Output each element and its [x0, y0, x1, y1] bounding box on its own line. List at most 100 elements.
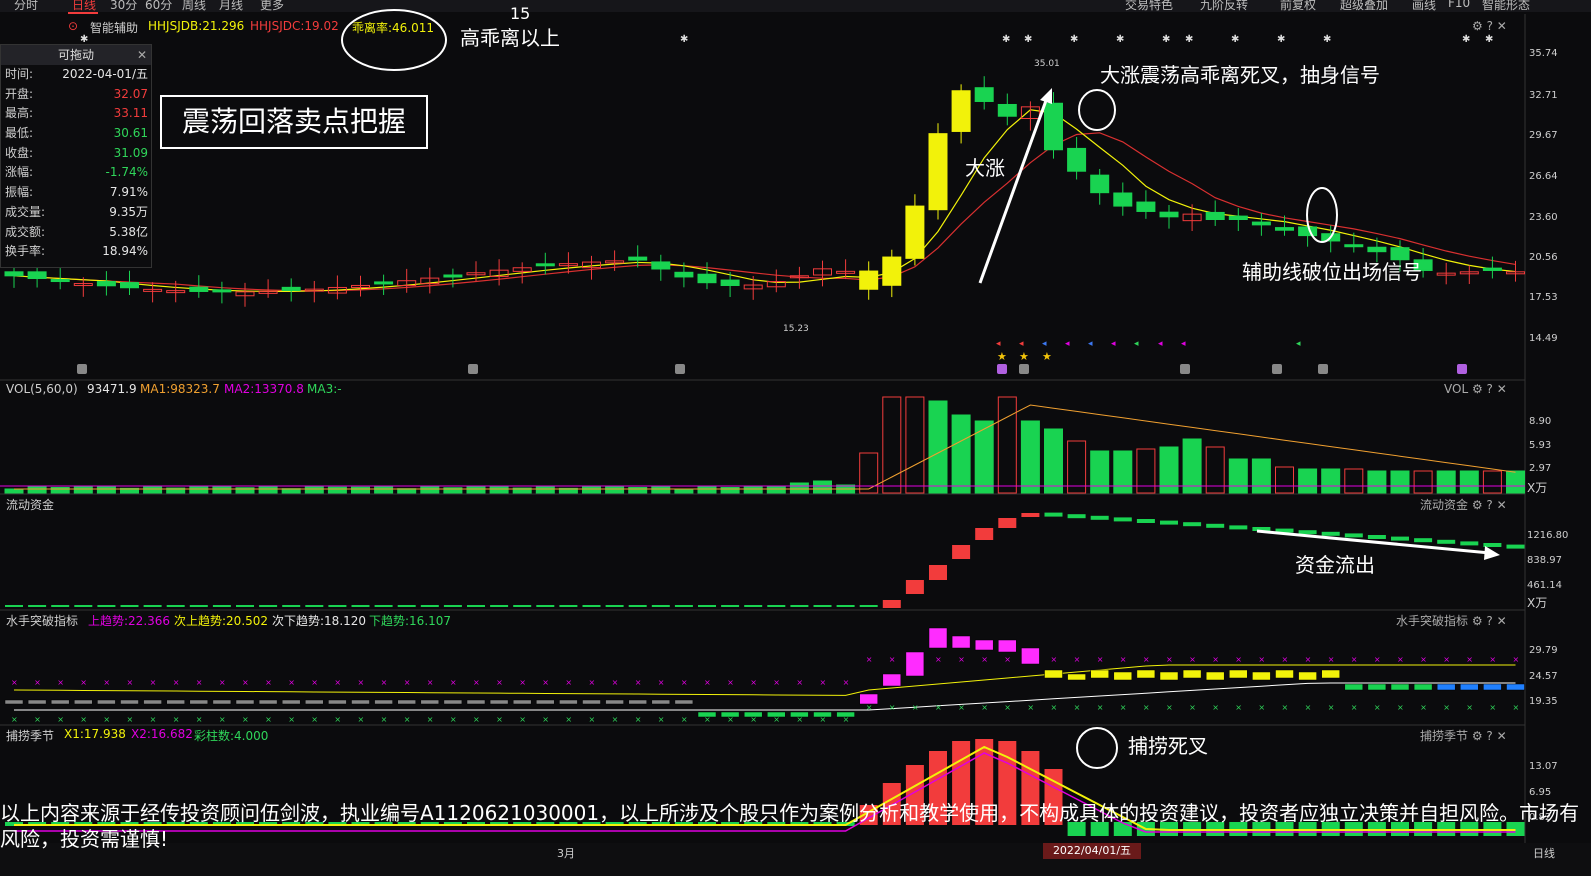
breakout-x-mark: ×: [1351, 703, 1358, 712]
main-panel-controls-icon[interactable]: ⚙ ? ✕: [1472, 19, 1507, 33]
breakout-box: [790, 711, 809, 718]
breakout-x-mark: ×: [773, 678, 780, 687]
candle-body: [1482, 267, 1502, 271]
breakout-box: [651, 699, 671, 705]
flow-bar: [28, 605, 47, 607]
season-panel-controls-icon[interactable]: 捕捞季节 ⚙ ? ✕: [1420, 727, 1507, 744]
breakout-box: [1067, 673, 1086, 681]
info-value: 2022-04-01/五: [62, 67, 148, 81]
volume-bar: [1321, 468, 1341, 494]
breakout-x-mark: ×: [1351, 655, 1358, 664]
flow-bar: [5, 605, 23, 607]
data-tooltip-window[interactable]: 可拖动 ✕ 时间: 2022-04-01/五 开盘: 32.07 最高: 33.11 最低: 3…: [0, 44, 152, 268]
breakout-box: [743, 711, 763, 718]
flow-panel-controls-icon[interactable]: 流动资金 ⚙ ? ✕: [1420, 496, 1507, 513]
volume-bar: [50, 486, 70, 494]
volume-bar: [1044, 428, 1063, 494]
breakout-x-mark: ×: [173, 715, 180, 724]
breakout-box: [928, 627, 948, 649]
candle-body: [535, 263, 555, 267]
flow-bar: [1206, 523, 1225, 528]
breakout-box: [305, 699, 324, 705]
volume-bar: [882, 396, 902, 494]
volume-bar: [720, 486, 740, 494]
breakout-x-mark: ×: [150, 715, 157, 724]
breakout-x-mark: ×: [1420, 655, 1427, 664]
vol-tick: 5.93: [1529, 440, 1552, 451]
breakout-x-mark: ×: [103, 715, 110, 724]
breakout-box: [258, 699, 278, 705]
annotation-15: 15: [510, 4, 531, 23]
breakout-x-mark: ×: [311, 715, 318, 724]
volume-bar: [651, 485, 671, 494]
deviation-value: 乖离率:46.011: [352, 21, 435, 35]
breakout-name[interactable]: 水手突破指标: [6, 612, 78, 629]
season-name[interactable]: 捕捞季节: [6, 727, 54, 744]
flow-bar: [305, 605, 324, 607]
info-key: 换手率:: [5, 244, 46, 259]
signal-badge-icon: [1318, 364, 1328, 374]
death-cross-circle: [1078, 89, 1116, 131]
vol-name[interactable]: VOL(5,60,0): [6, 382, 78, 396]
breakout-x-mark: ×: [1282, 655, 1289, 664]
breakout-x-mark: ×: [1074, 655, 1081, 664]
vol-ma1-line: [14, 404, 1516, 490]
breakout-x-mark: ×: [565, 715, 572, 724]
volume-bar: [1506, 470, 1525, 494]
close-icon[interactable]: ✕: [137, 45, 147, 65]
flow-name[interactable]: 流动资金: [6, 496, 54, 513]
main-indicator-name[interactable]: 智能辅助: [90, 19, 138, 36]
volume-bar: [96, 485, 116, 494]
info-row: 开盘: 32.07: [1, 85, 151, 105]
info-row: 换手率: 18.94%: [1, 242, 151, 262]
candle-body: [1205, 211, 1225, 221]
info-key: 最高:: [5, 106, 34, 121]
breakout-box: [1344, 683, 1364, 691]
flow-bar: [420, 605, 439, 607]
breakout-box: [1136, 669, 1156, 679]
volume-bar: [1390, 470, 1410, 494]
breakout-x-mark: ×: [1443, 703, 1450, 712]
info-key: 时间:: [5, 67, 34, 81]
breakout-box: [974, 639, 994, 651]
breakout-x-mark: ×: [981, 703, 988, 712]
flow-bar: [1506, 544, 1525, 549]
signal-badge-icon: [1272, 364, 1282, 374]
flow-bar: [397, 605, 416, 607]
breakout-x-mark: ×: [358, 678, 365, 687]
star-mark: ✱: [1277, 34, 1285, 45]
volume-bar: [859, 452, 879, 494]
breakout-box: [1298, 671, 1317, 681]
breakout-box: [951, 635, 971, 649]
breakout-box: [836, 711, 855, 718]
flow-bar: [443, 605, 462, 607]
info-row: 最低: 30.61: [1, 124, 151, 144]
volume-bar: [374, 485, 394, 494]
info-window-title[interactable]: 可拖动 ✕: [1, 45, 151, 65]
breakout-x-mark: ×: [1166, 655, 1173, 664]
breakout-x-mark: ×: [265, 715, 272, 724]
breakout-x-mark: ×: [1189, 703, 1196, 712]
info-row: 涨幅: -1.74%: [1, 163, 151, 183]
breakout-x-mark: ×: [704, 678, 711, 687]
season-x1: X1:17.938: [64, 727, 126, 741]
vol-panel-controls-icon[interactable]: VOL ⚙ ? ✕: [1444, 382, 1507, 396]
breakout-box: [1390, 683, 1410, 691]
breakout-x-mark: ×: [1374, 655, 1381, 664]
indicator-toggle-icon[interactable]: ⊙: [68, 19, 78, 33]
candle-body: [1275, 227, 1294, 231]
flow-bar: [1367, 535, 1386, 539]
breakout-box: [166, 699, 185, 705]
candle-body: [1251, 221, 1271, 226]
signal-badge-icon: [1019, 364, 1029, 374]
volume-bar: [212, 486, 232, 494]
breakout-box: [212, 699, 232, 705]
breakout-box: [605, 699, 624, 705]
breakout-x-mark: ×: [34, 678, 41, 687]
breakout-box: [443, 699, 463, 705]
flow-bar: [467, 605, 485, 607]
volume-bar: [466, 486, 486, 494]
flow-bar: [1136, 519, 1155, 523]
breakout-panel-controls-icon[interactable]: 水手突破指标 ⚙ ? ✕: [1396, 612, 1507, 629]
breakout-white-line: [14, 682, 1516, 711]
